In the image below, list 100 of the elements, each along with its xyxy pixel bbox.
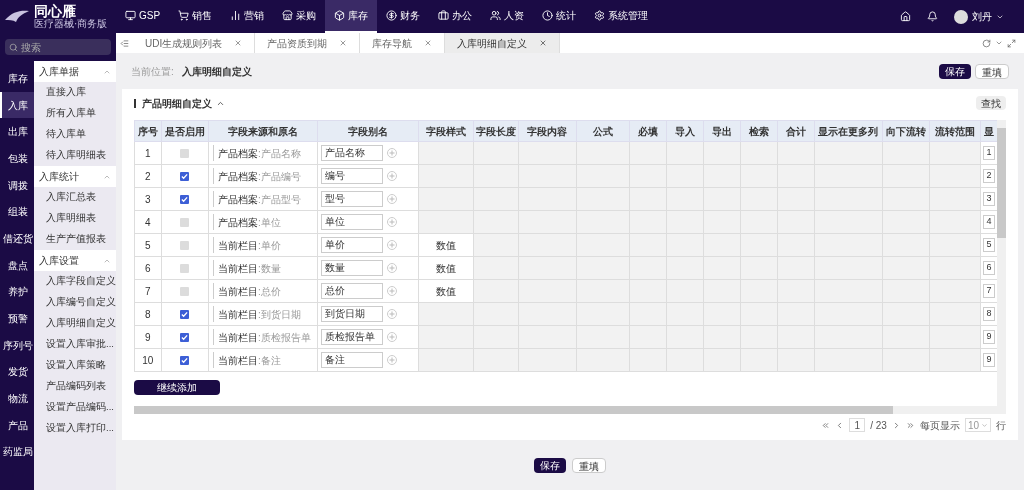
- page-input[interactable]: 1: [849, 418, 866, 432]
- sub-menu-item[interactable]: 待入库单: [34, 124, 116, 145]
- sub-menu-item[interactable]: 入库编号自定义: [34, 292, 116, 313]
- close-icon[interactable]: [424, 39, 433, 47]
- page-tab[interactable]: UDI生成规则列表: [133, 33, 256, 53]
- page-tab[interactable]: 产品资质到期: [255, 33, 361, 53]
- column-header: 字段样式: [418, 120, 474, 142]
- order-input[interactable]: 3: [983, 192, 996, 206]
- vertical-scrollbar[interactable]: [997, 120, 1006, 414]
- checkbox[interactable]: [180, 309, 190, 319]
- table-cell: 3: [134, 187, 162, 211]
- sub-menu-item[interactable]: 设置入库审批...: [34, 334, 116, 355]
- alias-input[interactable]: 编号: [320, 168, 383, 184]
- side-nav-item[interactable]: 包装: [0, 145, 34, 172]
- add-button[interactable]: 继续添加: [134, 379, 220, 395]
- sub-menu-item[interactable]: 直接入库: [34, 82, 116, 103]
- checkbox[interactable]: [180, 332, 190, 342]
- save-button[interactable]: 保存: [939, 63, 971, 79]
- sub-menu-item[interactable]: 待入库明细表: [34, 145, 116, 166]
- top-nav-item[interactable]: GSP: [116, 0, 170, 33]
- close-icon[interactable]: [234, 39, 243, 47]
- alias-input[interactable]: 到货日期: [320, 306, 383, 322]
- sub-menu-item[interactable]: 设置产品编码...: [34, 397, 116, 418]
- home-icon[interactable]: [900, 11, 911, 22]
- sub-menu-item[interactable]: 产品编码列表: [34, 376, 116, 397]
- menu-group-header[interactable]: 入库统计: [34, 166, 116, 187]
- top-nav-item[interactable]: 采购: [273, 0, 326, 33]
- page-tab[interactable]: 入库明细自定义: [445, 33, 561, 53]
- order-input[interactable]: 9: [983, 330, 996, 344]
- top-nav-item[interactable]: 办公: [429, 0, 482, 33]
- side-nav-item[interactable]: 序列号: [0, 331, 34, 359]
- side-nav-item[interactable]: 组装: [0, 198, 34, 226]
- side-nav-item[interactable]: 盘点: [0, 251, 34, 279]
- user-name[interactable]: 刘丹: [972, 9, 992, 24]
- sub-menu-item[interactable]: 设置入库策略: [34, 355, 116, 376]
- find-button[interactable]: 查找: [976, 96, 1006, 110]
- add-icon[interactable]: [386, 309, 397, 319]
- close-icon[interactable]: [339, 39, 348, 47]
- order-input[interactable]: 2: [983, 169, 996, 183]
- sub-menu-item[interactable]: 入库明细表: [34, 208, 116, 229]
- order-input[interactable]: 8: [983, 307, 996, 321]
- side-nav-item[interactable]: 预警: [0, 305, 34, 332]
- close-icon[interactable]: [539, 39, 548, 47]
- add-icon[interactable]: [386, 355, 397, 365]
- side-nav-item[interactable]: 产品: [0, 411, 34, 439]
- side-nav-item[interactable]: 借还货: [0, 225, 34, 252]
- side-nav-item[interactable]: 养护: [0, 278, 34, 306]
- horizontal-scrollbar[interactable]: [134, 406, 997, 414]
- side-nav-item[interactable]: 物流: [0, 385, 34, 412]
- add-icon[interactable]: [386, 194, 397, 204]
- top-nav-item[interactable]: 系统管理: [585, 0, 658, 33]
- collapse-icon[interactable]: [120, 38, 129, 48]
- add-icon[interactable]: [386, 171, 397, 181]
- add-icon[interactable]: [386, 263, 397, 273]
- search-field[interactable]: 搜索: [5, 39, 111, 55]
- fullscreen-icon[interactable]: [1007, 38, 1016, 48]
- alias-input[interactable]: 型号: [320, 191, 383, 207]
- menu-group-header[interactable]: 入库设置: [34, 250, 116, 271]
- add-icon[interactable]: [386, 148, 397, 158]
- table-cell: 4: [134, 210, 162, 234]
- column-header: 流转范围: [929, 120, 981, 142]
- sub-menu-item[interactable]: 入库明细自定义: [34, 313, 116, 334]
- side-nav-item[interactable]: 出库: [0, 118, 34, 146]
- checkbox[interactable]: [180, 355, 190, 365]
- order-input[interactable]: 9: [983, 353, 996, 367]
- top-nav-item[interactable]: 财务: [377, 0, 430, 33]
- sub-menu-item[interactable]: 所有入库单: [34, 103, 116, 124]
- sub-menu-item[interactable]: 入库汇总表: [34, 187, 116, 208]
- coin-icon: [386, 10, 398, 21]
- top-nav-item[interactable]: 统计: [533, 0, 586, 33]
- side-nav-item[interactable]: 库存: [0, 65, 34, 92]
- add-icon[interactable]: [386, 286, 397, 296]
- side-nav-item[interactable]: 药监局: [0, 438, 34, 466]
- checkbox[interactable]: [180, 171, 190, 181]
- top-nav-item[interactable]: 营销: [221, 0, 274, 33]
- top-nav-item[interactable]: 销售: [169, 0, 222, 33]
- checkbox[interactable]: [180, 194, 190, 204]
- add-icon[interactable]: [386, 217, 397, 227]
- caret-icon: [981, 421, 988, 429]
- add-icon[interactable]: [386, 332, 397, 342]
- add-icon[interactable]: [386, 240, 397, 250]
- save-button[interactable]: 保存: [534, 457, 566, 473]
- alias-input[interactable]: 质检报告单: [320, 329, 383, 345]
- monitor-icon: [125, 10, 136, 21]
- side-nav-item[interactable]: 调拨: [0, 171, 34, 199]
- sub-menu-item[interactable]: 入库字段自定义: [34, 271, 116, 292]
- side-nav-item[interactable]: 入库: [0, 91, 34, 119]
- bell-icon[interactable]: [927, 11, 938, 22]
- sub-menu-item[interactable]: 生产产值报表: [34, 229, 116, 250]
- top-nav-item[interactable]: 库存: [325, 0, 378, 33]
- first-page-icon[interactable]: [821, 420, 831, 430]
- sub-menu-item[interactable]: 设置入库打印...: [34, 418, 116, 439]
- reset-button[interactable]: 重填: [975, 63, 1009, 79]
- alias-input[interactable]: 备注: [320, 352, 383, 368]
- menu-group-header[interactable]: 入库单据: [34, 61, 116, 82]
- reset-button[interactable]: 重填: [572, 457, 606, 473]
- last-page-icon[interactable]: [905, 420, 915, 430]
- top-nav-item[interactable]: 人资: [481, 0, 534, 33]
- refresh-icon[interactable]: [982, 38, 991, 48]
- side-nav-item[interactable]: 发货: [0, 358, 34, 386]
